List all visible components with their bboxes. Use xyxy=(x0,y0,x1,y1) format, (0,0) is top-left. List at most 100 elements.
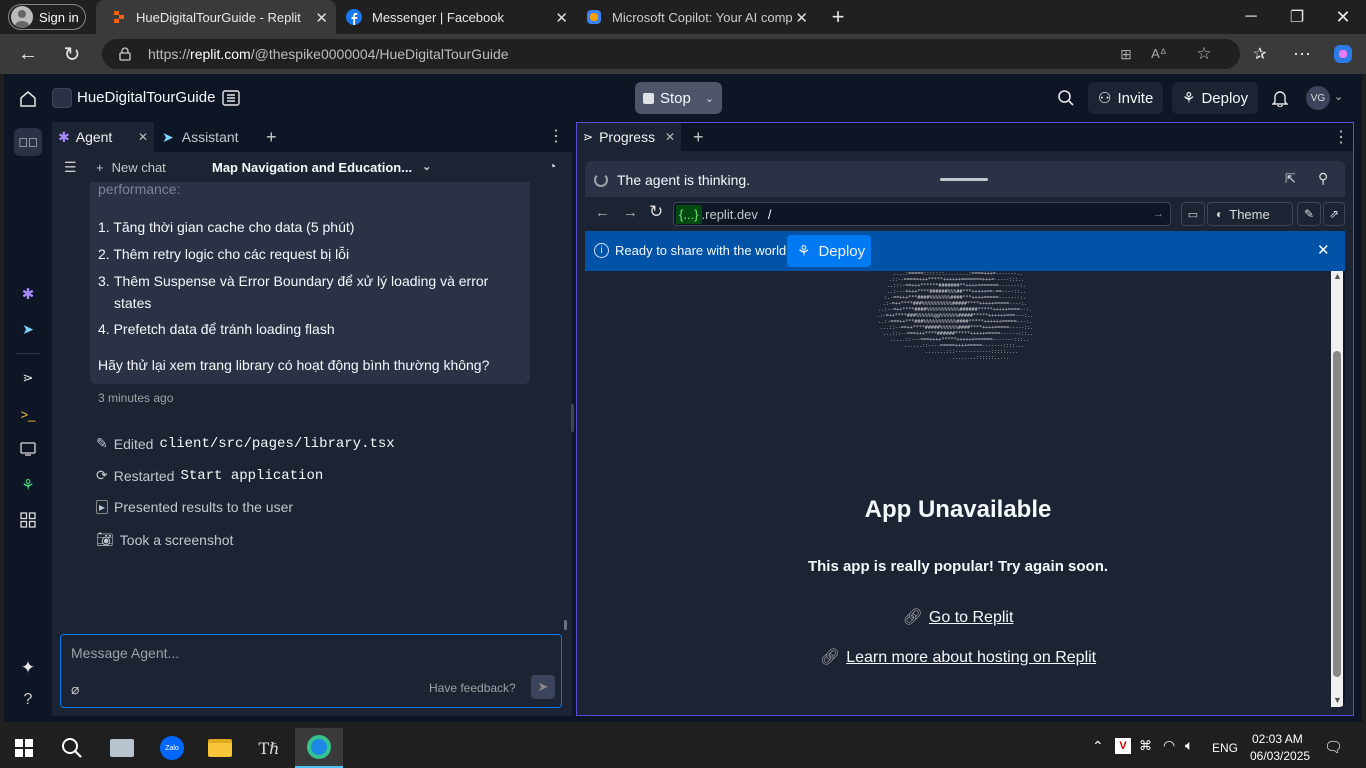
new-chat-button[interactable]: + New chat xyxy=(96,160,166,175)
show-hidden-icons-icon[interactable]: ⌃ xyxy=(1092,738,1104,755)
message-input-box[interactable]: Message Agent... ⌀ Have feedback? ➤ xyxy=(60,634,562,708)
scroll-down-icon[interactable]: ▼ xyxy=(1333,695,1342,705)
zalo-icon[interactable]: Zalo xyxy=(148,728,196,768)
split-screen-icon[interactable]: ⊞ xyxy=(1116,44,1136,64)
action-presented[interactable]: ▸ Presented results to the user xyxy=(96,499,293,515)
attach-icon[interactable]: ⌀ xyxy=(71,681,79,698)
drag-handle[interactable] xyxy=(940,178,988,181)
read-aloud-icon[interactable]: Aᐞ xyxy=(1148,44,1170,64)
tab-messenger[interactable]: Messenger | Facebook ✕ xyxy=(336,0,576,34)
devtools-icon[interactable]: ▭ xyxy=(1181,202,1205,226)
taskbar-app-icon[interactable] xyxy=(98,728,146,768)
panel-resize-handle[interactable] xyxy=(571,404,574,432)
tab-progress[interactable]: ⋗ Progress ✕ xyxy=(577,123,681,151)
theme-button[interactable]: ◐ Theme xyxy=(1207,202,1293,226)
workflows-icon[interactable]: ⋗ xyxy=(18,368,38,388)
antivirus-tray-icon[interactable]: V xyxy=(1115,738,1131,754)
file-tree-icon[interactable] xyxy=(220,87,242,109)
webview-reload-icon[interactable]: ↻ xyxy=(649,202,663,222)
wifi-icon[interactable]: ◠ xyxy=(1163,737,1175,754)
back-icon[interactable]: ← xyxy=(14,40,42,68)
file-explorer-icon[interactable] xyxy=(196,728,244,768)
new-tab-icon[interactable]: + xyxy=(826,4,850,30)
sparkle-icon[interactable]: ✦ xyxy=(18,658,38,678)
shell-icon[interactable]: >_ xyxy=(18,404,38,424)
home-icon[interactable] xyxy=(16,88,40,110)
taskbar-search-icon[interactable] xyxy=(48,728,96,768)
panel-menu-icon[interactable]: ⋮ xyxy=(548,126,564,146)
tab-copilot[interactable]: Microsoft Copilot: Your AI compa ✕ xyxy=(576,0,816,34)
feedback-link[interactable]: Have feedback? xyxy=(429,681,516,695)
assistant-icon[interactable]: ➤ xyxy=(18,319,38,339)
close-window-icon[interactable]: ✕ xyxy=(1328,4,1358,30)
close-tab-icon[interactable]: ✕ xyxy=(665,130,675,144)
terminal-app-icon[interactable]: Tℏ xyxy=(245,728,293,768)
start-button[interactable] xyxy=(0,728,48,768)
tab-replit[interactable]: HueDigitalTourGuide - Replit ✕ xyxy=(96,0,336,34)
clock-time[interactable]: 02:03 AM xyxy=(1252,732,1303,746)
message-input[interactable]: Message Agent... xyxy=(71,645,179,661)
go-to-replit-link[interactable]: 🔗︎ Go to Replit xyxy=(585,607,1331,627)
panel-menu-icon[interactable]: ⋮ xyxy=(1333,127,1349,147)
url-field[interactable]: https://replit.com/@thespike0000004/HueD… xyxy=(102,39,1240,69)
speed-icon[interactable]: ◔ xyxy=(548,158,556,174)
chat-title[interactable]: Map Navigation and Education... ⌄ xyxy=(212,160,431,175)
avatar[interactable]: VG xyxy=(1306,86,1330,110)
reload-icon[interactable]: ↻ xyxy=(58,40,86,68)
more-menu-icon[interactable]: ⋯ xyxy=(1288,40,1316,68)
deployments-icon[interactable]: ⚘ xyxy=(18,475,38,495)
open-new-tab-icon[interactable]: ⇗ xyxy=(1323,202,1345,226)
sidebar-toggle-icon[interactable]: ▸⃞ xyxy=(14,128,42,156)
webview-icon[interactable] xyxy=(18,439,38,459)
agent-icon[interactable]: ✱ xyxy=(18,284,38,304)
copilot-icon[interactable] xyxy=(1330,41,1356,67)
close-tab-icon[interactable]: ✕ xyxy=(315,9,328,27)
language-indicator[interactable]: ENG xyxy=(1212,741,1238,755)
webview-back-icon[interactable]: ← xyxy=(595,204,610,221)
favorites-icon[interactable]: ✰ xyxy=(1246,40,1274,68)
tab-agent[interactable]: ✱ Agent ✕ xyxy=(52,122,154,152)
scroll-thumb[interactable] xyxy=(1333,351,1341,677)
all-tools-icon[interactable] xyxy=(18,510,38,530)
minimize-window-icon[interactable]: ─ xyxy=(1236,4,1266,30)
sign-in-button[interactable]: Sign in xyxy=(8,4,86,30)
scroll-up-icon[interactable]: ▲ xyxy=(1333,271,1342,281)
close-banner-icon[interactable]: ✕ xyxy=(1317,241,1330,259)
chat-list-icon[interactable]: ☰ xyxy=(64,159,77,176)
volume-icon[interactable]: 🔈︎ xyxy=(1185,737,1193,754)
help-icon[interactable]: ? xyxy=(18,690,38,710)
expand-icon[interactable]: ⇱ xyxy=(1285,171,1296,187)
close-tab-icon[interactable]: ✕ xyxy=(555,9,568,27)
project-name[interactable]: HueDigitalTourGuide xyxy=(77,89,215,106)
favorite-star-icon[interactable]: ☆ xyxy=(1194,44,1214,64)
send-button[interactable]: ➤ xyxy=(531,675,555,699)
action-screenshot[interactable]: 📷︎ Took a screenshot xyxy=(96,531,233,548)
webview-scrollbar[interactable]: ▲ ▼ xyxy=(1331,271,1343,707)
webview-forward-icon[interactable]: → xyxy=(623,204,638,221)
tab-assistant[interactable]: ➤ Assistant xyxy=(156,122,258,152)
add-tab-icon[interactable]: + xyxy=(266,127,277,148)
deploy-button[interactable]: ⚘ Deploy xyxy=(1172,82,1259,114)
clock-date[interactable]: 06/03/2025 xyxy=(1250,749,1310,763)
tools-icon[interactable]: ✎ xyxy=(1297,202,1321,226)
banner-deploy-button[interactable]: ⚘ Deploy xyxy=(787,235,871,267)
input-method-icon[interactable]: ⌘ xyxy=(1139,738,1152,754)
bell-icon[interactable] xyxy=(1270,88,1290,108)
pin-icon[interactable]: ⚲ xyxy=(1318,170,1328,187)
webview-url-field[interactable]: {...} .replit.dev / → xyxy=(673,202,1171,226)
stop-button[interactable]: Stop ⌄ xyxy=(635,82,723,114)
notification-icon[interactable]: 🗨︎ xyxy=(1324,738,1343,756)
invite-button[interactable]: ⚇ Invite xyxy=(1088,82,1164,114)
go-arrow-icon[interactable]: → xyxy=(1153,208,1164,220)
chat-scrollbar[interactable] xyxy=(564,620,567,630)
edge-icon[interactable] xyxy=(295,728,343,768)
add-tab-icon[interactable]: + xyxy=(693,127,704,148)
hosting-link[interactable]: 🔗︎ Learn more about hosting on Replit xyxy=(585,647,1331,667)
close-tab-icon[interactable]: ✕ xyxy=(795,9,808,27)
action-restarted[interactable]: ⟳ Restarted Start application xyxy=(96,467,323,484)
account-chevron-icon[interactable]: ⌄ xyxy=(1334,90,1343,103)
search-icon[interactable] xyxy=(1056,88,1076,108)
action-edited[interactable]: ✎ Edited client/src/pages/library.tsx xyxy=(96,435,395,452)
close-tab-icon[interactable]: ✕ xyxy=(138,130,148,144)
chevron-down-icon[interactable]: ⌄ xyxy=(705,92,714,105)
